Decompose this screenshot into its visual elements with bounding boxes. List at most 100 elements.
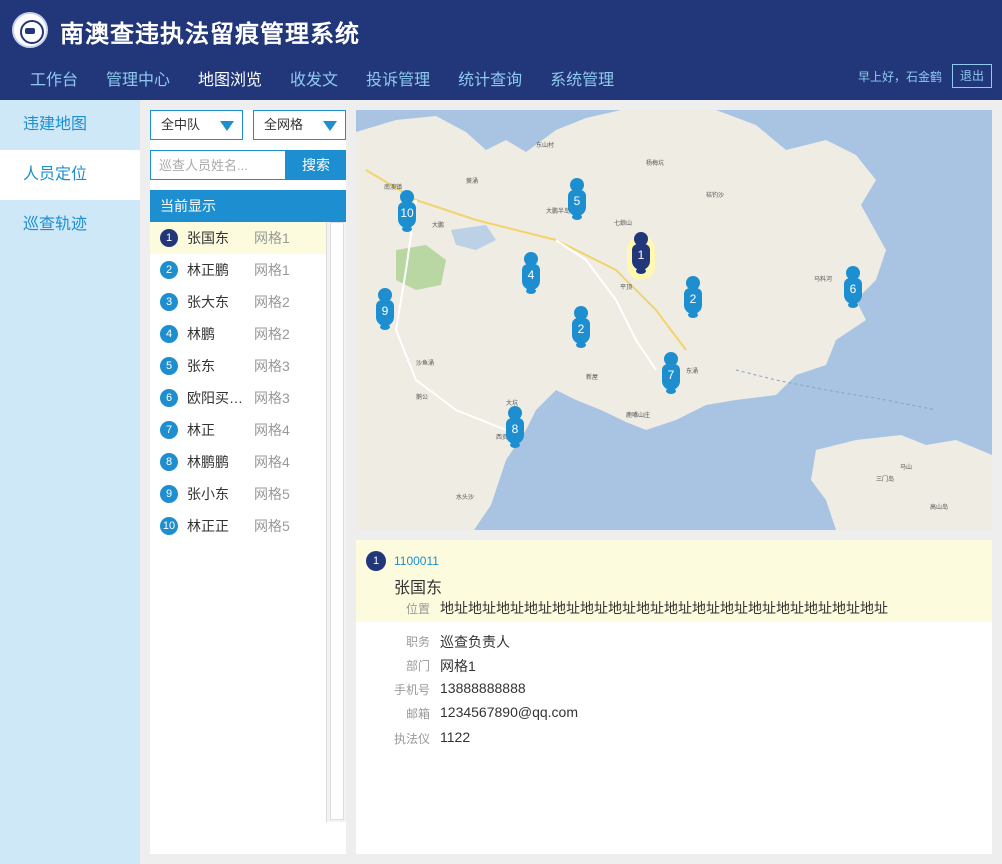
- number-badge: 2: [160, 261, 178, 279]
- map-background: [356, 110, 992, 530]
- person-name: 张东: [187, 358, 215, 374]
- list-item[interactable]: 8 林鹏鹏 网格4: [150, 446, 326, 478]
- detail-highlight: 1 1100011 张国东 位置 地址地址地址地址地址地址地址地址地址地址地址地…: [356, 540, 992, 622]
- grid-select-value: 全网格: [264, 117, 304, 132]
- number-badge: 5: [160, 357, 178, 375]
- map-pin[interactable]: 9: [376, 288, 394, 334]
- list-item[interactable]: 7 林正 网格4: [150, 414, 326, 446]
- list-header: 当前显示: [150, 190, 346, 222]
- user-greeting: 早上好，石金鹤: [858, 70, 943, 84]
- person-name: 张国东: [187, 230, 229, 246]
- map-pin[interactable]: 2: [684, 276, 702, 322]
- map-place-label: 鹅公: [416, 395, 429, 401]
- map-pin[interactable]: 2: [572, 306, 590, 352]
- pin-foot: [510, 442, 520, 448]
- map-pin[interactable]: 8: [506, 406, 524, 452]
- person-grid: 网格4: [254, 422, 290, 438]
- map-place-label: 平顶: [620, 285, 633, 291]
- detail-value-location: 地址地址地址地址地址地址地址地址地址地址地址地址地址地址地址地址: [440, 600, 888, 616]
- map-pin[interactable]: 7: [662, 352, 680, 398]
- caret-down-icon: [220, 121, 234, 131]
- list-item[interactable]: 9 张小东 网格5: [150, 478, 326, 510]
- nav-item-statistics[interactable]: 统计查询: [444, 62, 536, 94]
- map-place-label: 高山岛: [930, 505, 949, 511]
- detail-value-department: 网格1: [440, 658, 476, 674]
- nav-item-system[interactable]: 系统管理: [536, 62, 628, 94]
- pin-foot: [402, 226, 412, 232]
- pin-foot: [572, 214, 582, 220]
- list-item[interactable]: 5 张东 网格3: [150, 350, 326, 382]
- map-place-label: 马料河: [814, 277, 833, 283]
- scrollbar-thumb[interactable]: [330, 222, 344, 820]
- person-grid: 网格5: [254, 486, 290, 502]
- nav-item-documents[interactable]: 收发文: [276, 62, 352, 94]
- detail-label-position: 职务: [405, 635, 430, 649]
- pin-label: 10: [400, 206, 414, 220]
- nav-item-complaints[interactable]: 投诉管理: [352, 62, 444, 94]
- map-pin[interactable]: 6: [844, 266, 862, 312]
- map-place-label: 新屋: [586, 375, 599, 381]
- person-name: 林鹏: [187, 326, 215, 342]
- pin-label: 2: [689, 292, 697, 306]
- nav-item-workbench[interactable]: 工作台: [16, 62, 92, 94]
- map-pin[interactable]: 1: [627, 232, 655, 280]
- pin-foot: [666, 388, 676, 394]
- map-view[interactable]: 南澳镇 葵涌 大鹏半岛 七娘山 平顶 马料河 东涌 桔钓沙 杨梅坑 新屋 东山村…: [356, 110, 992, 530]
- pin-label: 1: [637, 248, 645, 262]
- pin-foot: [688, 312, 698, 318]
- person-grid: 网格1: [254, 230, 290, 246]
- map-place-label: 杨梅坑: [646, 161, 665, 167]
- map-place-label: 鹿嘴山庄: [626, 413, 651, 419]
- pin-label: 6: [849, 282, 857, 296]
- personnel-search-input[interactable]: [150, 150, 286, 180]
- sidebar-item-personnel-location[interactable]: 人员定位: [0, 150, 140, 200]
- list-item[interactable]: 6 欧阳买买... 网格3: [150, 382, 326, 414]
- sidebar-item-violation-map[interactable]: 违建地图: [0, 100, 140, 150]
- map-pin[interactable]: 10: [398, 190, 416, 236]
- list-item[interactable]: 2 林正鹏 网格1: [150, 254, 326, 286]
- team-select[interactable]: 全中队: [150, 110, 243, 140]
- map-place-label: 大鹏: [432, 223, 445, 229]
- sidebar: 违建地图 人员定位 巡查轨迹: [0, 100, 140, 864]
- grid-select[interactable]: 全网格: [253, 110, 346, 140]
- list-item[interactable]: 4 林鹏 网格2: [150, 318, 326, 350]
- nav-item-map-browse[interactable]: 地图浏览: [184, 62, 276, 94]
- personnel-list: 1 张国东 网格1 2 林正鹏 网格1 3 张大东 网格2 4 林鹏 网格2 5 张东 网格3 6 欧阳买买..…: [150, 222, 326, 542]
- map-place-label: 三门岛: [876, 477, 895, 483]
- detail-value-recorder: 1122: [440, 729, 471, 745]
- map-place-label: 马山: [900, 465, 913, 471]
- map-place-label: 东涌: [686, 369, 699, 375]
- logout-button[interactable]: 退出: [952, 64, 992, 88]
- pin-foot: [576, 342, 586, 348]
- caret-down-icon: [323, 121, 337, 131]
- person-grid: 网格5: [254, 518, 290, 534]
- pin-foot: [526, 288, 536, 294]
- detail-label-email: 邮箱: [405, 707, 430, 721]
- detail-label-phone: 手机号: [393, 683, 430, 697]
- list-item[interactable]: 10 林正正 网格5: [150, 510, 326, 542]
- team-select-value: 全中队: [161, 117, 201, 132]
- sidebar-item-patrol-track[interactable]: 巡查轨迹: [0, 200, 140, 250]
- personnel-panel: 全中队 全网格 搜索 当前显示 1 张国东 网格1 2林正鹏网格13张大东网格2 4 林鹏…: [150, 110, 346, 854]
- search-button[interactable]: 搜索: [286, 150, 346, 180]
- map-place-label: 大鹏半岛: [546, 209, 571, 215]
- number-badge: 7: [160, 421, 178, 439]
- number-badge: 4: [160, 325, 178, 343]
- pin-label: 4: [527, 268, 535, 282]
- number-badge: 6: [160, 389, 178, 407]
- person-grid: 网格3: [254, 358, 290, 374]
- list-scrollbar[interactable]: [326, 222, 346, 822]
- pin-label: 7: [667, 368, 675, 382]
- detail-value-email: 1234567890@qq.com: [440, 704, 578, 720]
- pin-foot: [380, 324, 390, 330]
- detail-label-recorder: 执法仪: [393, 732, 430, 746]
- number-badge: 1: [160, 229, 178, 247]
- person-grid: 网格3: [254, 390, 290, 406]
- list-item[interactable]: 3 张大东 网格2: [150, 286, 326, 318]
- detail-value-position: 巡查负责人: [440, 634, 510, 650]
- list-item[interactable]: 1 张国东 网格1: [150, 222, 326, 254]
- map-pin[interactable]: 5: [568, 178, 586, 224]
- map-pin[interactable]: 4: [522, 252, 540, 298]
- nav-item-management[interactable]: 管理中心: [92, 62, 184, 94]
- map-place-label: 水头沙: [456, 495, 475, 501]
